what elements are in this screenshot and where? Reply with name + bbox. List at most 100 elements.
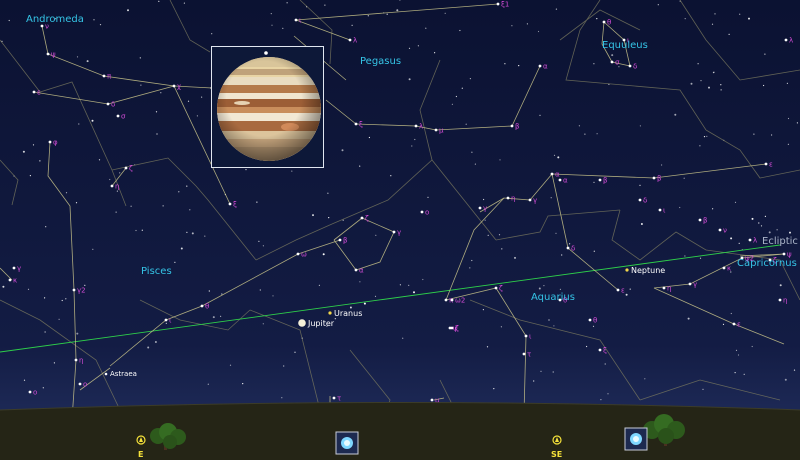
- star-icon[interactable]: [448, 326, 452, 330]
- star-icon[interactable]: [414, 124, 418, 128]
- star-icon[interactable]: [506, 196, 510, 200]
- star-icon[interactable]: [332, 396, 336, 400]
- neptune-icon[interactable]: [625, 268, 629, 272]
- star-icon[interactable]: [558, 178, 562, 182]
- constellation-name-capricornus[interactable]: Capricornus: [737, 258, 797, 269]
- star-icon[interactable]: [28, 390, 32, 394]
- background-star: [493, 388, 495, 390]
- background-star: [212, 316, 215, 319]
- star-icon[interactable]: [494, 286, 498, 290]
- star-icon[interactable]: [32, 90, 36, 94]
- star-icon[interactable]: [338, 238, 342, 242]
- star-icon[interactable]: [294, 18, 298, 22]
- background-star: [482, 309, 484, 311]
- star-icon[interactable]: [478, 206, 482, 210]
- star-icon[interactable]: [360, 216, 364, 220]
- star-icon[interactable]: [598, 348, 602, 352]
- uranus-icon[interactable]: [328, 311, 332, 315]
- sky-view[interactable]: Ecliptic ν ψ π δ ε σ ζ η φ λ ι ξ γ ω θ ι…: [0, 0, 800, 460]
- constellation-name-equuleus[interactable]: Equuleus: [602, 40, 648, 51]
- background-star: [341, 149, 344, 152]
- constellation-name-pegasus[interactable]: Pegasus: [360, 56, 401, 67]
- star-icon[interactable]: [78, 382, 82, 386]
- star-icon[interactable]: [598, 178, 602, 182]
- star-icon[interactable]: [688, 282, 692, 286]
- horizon-star-button-center[interactable]: [335, 431, 359, 455]
- planet-uranus[interactable]: Uranus: [328, 309, 362, 318]
- star-icon[interactable]: [116, 114, 120, 118]
- star-icon[interactable]: [616, 288, 620, 292]
- star-icon[interactable]: [8, 278, 12, 282]
- star-icon[interactable]: [450, 298, 454, 302]
- sky-chart[interactable]: Ecliptic νψπδεσζηφλιξγωθικγ2ηοοχξ1αβμλξη…: [0, 0, 800, 460]
- star-icon[interactable]: [228, 202, 232, 206]
- star-icon[interactable]: [348, 38, 352, 42]
- planet-label-neptune: Neptune: [631, 266, 665, 275]
- star-icon[interactable]: [588, 318, 592, 322]
- star-icon[interactable]: [778, 298, 782, 302]
- star-icon[interactable]: [354, 122, 358, 126]
- asteroid-astraea[interactable]: Astraea: [104, 370, 137, 378]
- star-icon[interactable]: [538, 64, 542, 68]
- star-icon[interactable]: [782, 252, 786, 256]
- star-icon[interactable]: [510, 124, 514, 128]
- star-icon[interactable]: [12, 266, 16, 270]
- star-icon[interactable]: [200, 304, 204, 308]
- constellation-name-andromeda[interactable]: Andromeda: [26, 14, 84, 25]
- star-icon[interactable]: [434, 128, 438, 132]
- background-star: [211, 33, 213, 35]
- astraea-icon[interactable]: [104, 372, 108, 376]
- star-icon[interactable]: [662, 286, 666, 290]
- star-icon[interactable]: [420, 210, 424, 214]
- star-icon[interactable]: [698, 218, 702, 222]
- star-icon[interactable]: [748, 238, 752, 242]
- star-icon[interactable]: [124, 166, 128, 170]
- planet-neptune[interactable]: Neptune: [625, 266, 665, 275]
- background-star: [367, 15, 369, 17]
- star-icon[interactable]: [110, 184, 114, 188]
- star-icon[interactable]: [764, 162, 768, 166]
- star-icon[interactable]: [102, 74, 106, 78]
- star-icon[interactable]: [638, 198, 642, 202]
- star-icon[interactable]: [524, 334, 528, 338]
- jupiter-zoom-inset[interactable]: [211, 46, 324, 168]
- star-icon[interactable]: [40, 24, 44, 28]
- star-icon[interactable]: [354, 268, 358, 272]
- star-icon[interactable]: [732, 322, 736, 326]
- star-icon[interactable]: [602, 20, 606, 24]
- jupiter-icon[interactable]: [298, 319, 306, 327]
- star-icon[interactable]: [430, 398, 434, 402]
- star-icon[interactable]: [72, 288, 76, 292]
- star-icon[interactable]: [610, 60, 614, 64]
- constellation-name-aquarius[interactable]: Aquarius: [531, 292, 575, 303]
- background-star: [39, 160, 41, 162]
- star-icon[interactable]: [392, 230, 396, 234]
- constellation-name-pisces[interactable]: Pisces: [141, 266, 172, 277]
- star-icon[interactable]: [444, 298, 448, 302]
- background-star: [764, 215, 767, 217]
- background-star: [262, 323, 264, 325]
- star-icon[interactable]: [628, 64, 632, 68]
- star-icon[interactable]: [658, 208, 662, 212]
- horizon-star-button-right[interactable]: [624, 427, 648, 451]
- star-icon[interactable]: [164, 318, 168, 322]
- background-star: [539, 114, 541, 116]
- star-icon[interactable]: [48, 140, 52, 144]
- background-star: [396, 9, 399, 12]
- star-icon[interactable]: [528, 198, 532, 202]
- star-icon[interactable]: [172, 84, 176, 88]
- star-icon[interactable]: [522, 352, 526, 356]
- star-icon[interactable]: [722, 266, 726, 270]
- star-icon[interactable]: [296, 252, 300, 256]
- star-icon[interactable]: [106, 102, 110, 106]
- background-star: [154, 341, 157, 343]
- star-icon[interactable]: [718, 228, 722, 232]
- star-icon[interactable]: [652, 176, 656, 180]
- star-icon[interactable]: [46, 52, 50, 56]
- star-icon[interactable]: [566, 246, 570, 250]
- star-icon[interactable]: [74, 358, 78, 362]
- star-icon[interactable]: [784, 38, 788, 42]
- star-icon[interactable]: [550, 172, 554, 176]
- background-star: [787, 117, 790, 120]
- star-icon[interactable]: [496, 2, 500, 6]
